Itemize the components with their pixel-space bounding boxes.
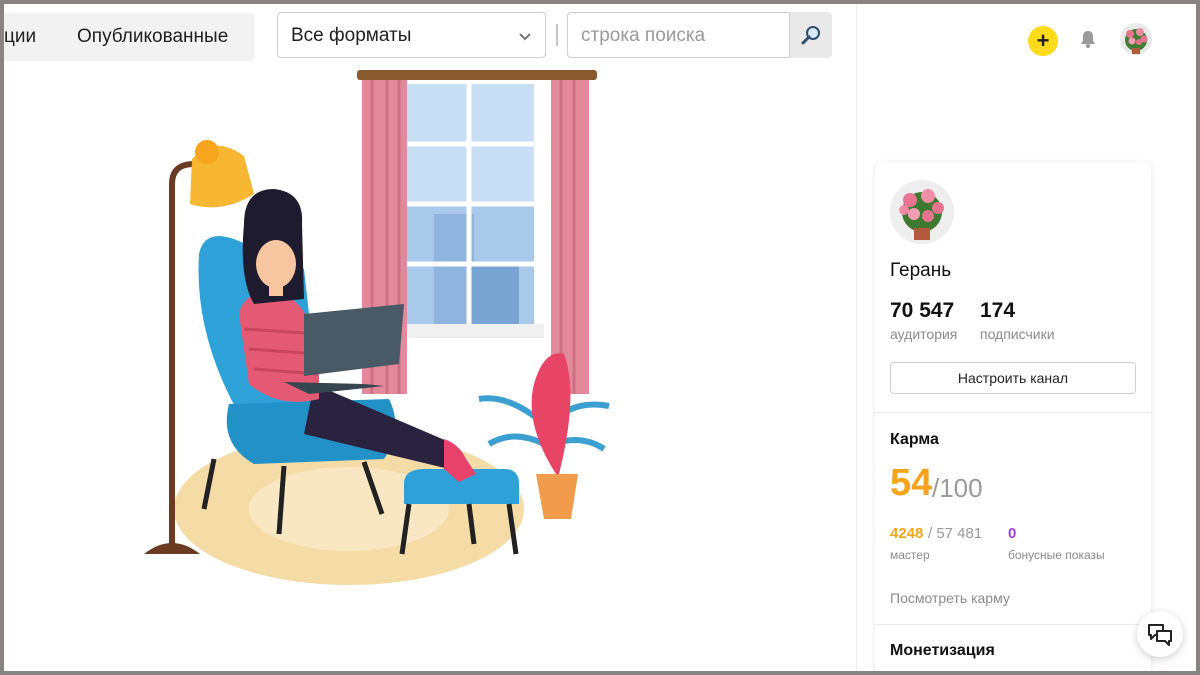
chat-button[interactable] [1137,611,1183,657]
page: ции Опубликованные Все форматы строка по… [4,4,1196,671]
channel-avatar[interactable] [890,180,954,244]
audience-label: аудитория [890,326,958,342]
card-divider [875,624,1151,625]
toolbar-separator [556,24,558,46]
karma-max: /100 [932,473,983,503]
format-select-value: Все форматы [291,25,412,46]
karma-points: 4248 [890,525,924,542]
tab-published[interactable]: Опубликованные [77,26,228,48]
karma-score: 54 [890,462,933,504]
format-select[interactable]: Все форматы [277,12,546,58]
add-content-button[interactable]: + [1028,26,1058,56]
channel-card: Герань 70 547 аудитория 174 подписчики Н… [875,162,1151,671]
configure-channel-button[interactable]: Настроить канал [890,362,1136,394]
chevron-down-icon [519,33,531,41]
search-placeholder: строка поиска [581,25,706,46]
card-divider [875,412,1151,413]
user-avatar[interactable] [1120,23,1152,55]
search-button[interactable] [790,12,832,58]
bonus-impressions-value: 0 [1008,525,1017,542]
column-divider [856,4,857,671]
plus-icon: + [1036,28,1050,53]
karma-title: Карма [890,431,939,448]
channel-name: Герань [890,260,952,281]
tab-bar: ции Опубликованные [4,13,254,61]
monetization-title: Монетизация [890,642,995,659]
geranium-icon [1125,28,1148,54]
audience-count: 70 547 [890,299,955,322]
view-karma-link[interactable]: Посмотреть карму [890,590,1010,606]
karma-level: мастер [890,548,930,562]
karma-points-total: / 57 481 [928,525,983,542]
search-icon [801,26,820,45]
chat-bubbles-icon [1148,624,1172,646]
illustration-woman-with-laptop [144,70,610,585]
notifications-bell-icon[interactable] [1079,29,1097,49]
subscribers-label: подписчики [980,326,1055,342]
subscribers-count: 174 [980,299,1016,322]
tab-partial[interactable]: ции [4,26,36,48]
bonus-impressions-label: бонусные показы [1008,548,1105,562]
search-input[interactable]: строка поиска [567,12,790,58]
geranium-icon [890,180,954,244]
